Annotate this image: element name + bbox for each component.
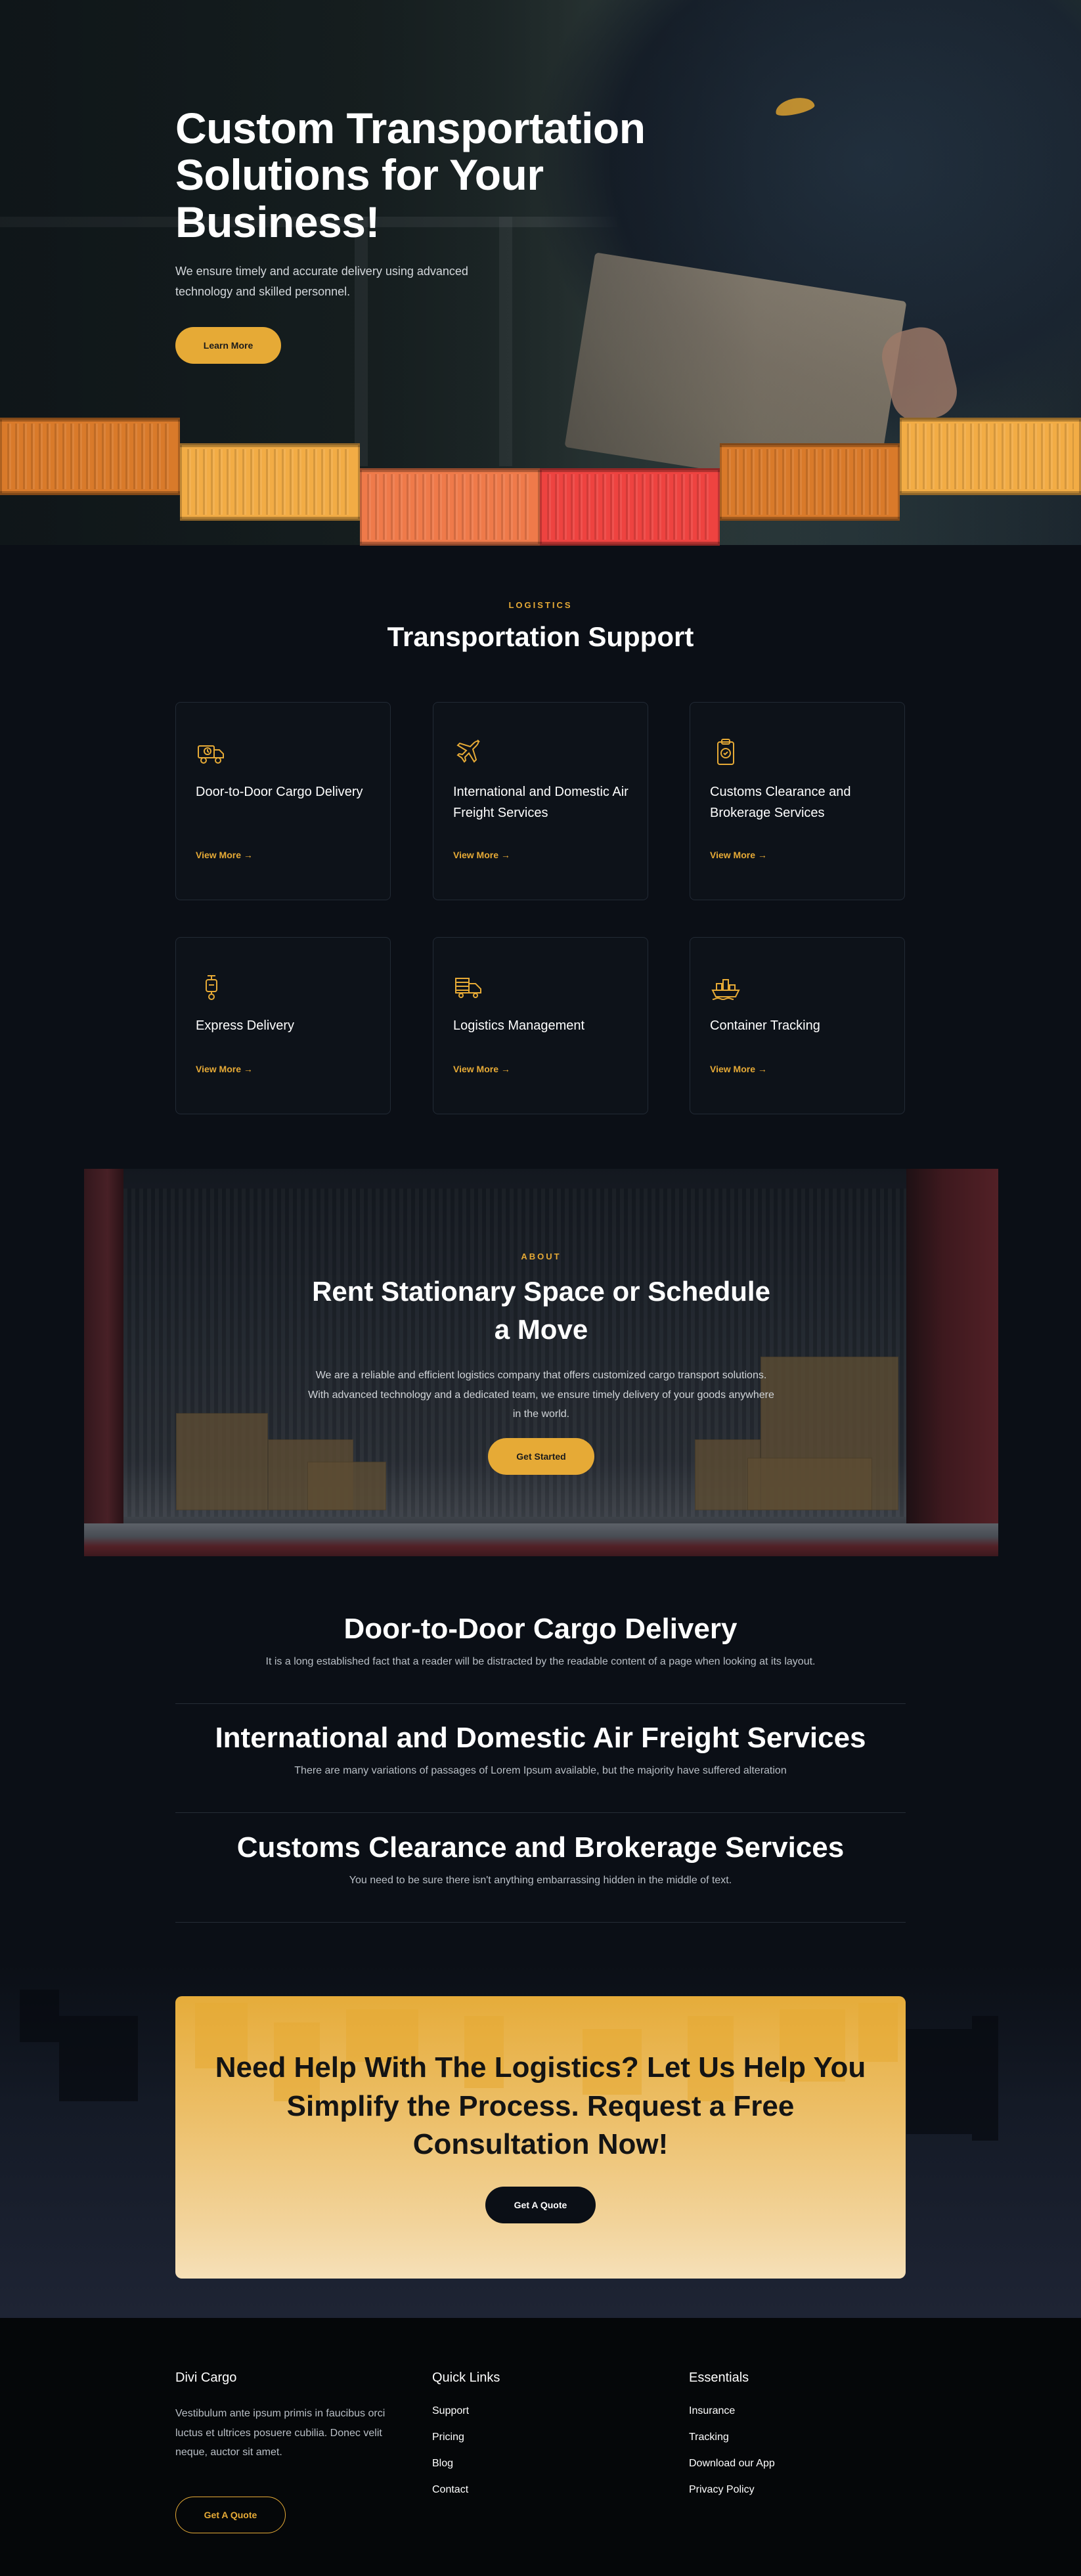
essentials-title: Essentials [689, 2370, 749, 2385]
logistics-title: Transportation Support [387, 621, 694, 652]
view-more-link[interactable]: View More → [453, 850, 510, 860]
delivery-truck-icon [196, 737, 227, 768]
about-section: ABOUT Rent Stationary Space or Schedule … [84, 1169, 998, 1556]
cta-banner: Need Help With The Logistics? Let Us Hel… [175, 1996, 906, 2279]
scooter-icon [196, 971, 227, 1002]
view-more-link[interactable]: View More → [196, 850, 253, 860]
service-card-title: Logistics Management [453, 1018, 585, 1033]
service-card[interactable]: Express Delivery View More → [175, 937, 391, 1114]
service-card[interactable]: Door-to-Door Cargo Delivery View More → [175, 702, 391, 900]
about-eyebrow: ABOUT [521, 1252, 562, 1261]
feature-text: You need to be sure there isn't anything… [349, 1875, 732, 1886]
shipping-container [360, 468, 540, 546]
cargo-ship-icon [710, 971, 741, 1002]
footer-brand-column: Divi Cargo Vestibulum ante ipsum primis … [175, 2370, 412, 2541]
hero-subtitle: We ensure timely and accurate delivery u… [175, 264, 468, 299]
service-card[interactable]: International and Domestic Air Freight S… [433, 702, 648, 900]
logistics-eyebrow: LOGISTICS [508, 600, 573, 610]
service-card[interactable]: Container Tracking View More → [690, 937, 905, 1114]
feature-title: Door-to-Door Cargo Delivery [343, 1613, 738, 1645]
about-text: We are a reliable and efficient logistic… [308, 1370, 774, 1420]
learn-more-button[interactable]: Learn More [175, 327, 281, 364]
shipping-container [0, 418, 180, 495]
footer-about-text: Vestibulum ante ipsum primis in faucibus… [175, 2408, 386, 2458]
hero-content: Custom Transportation Solutions for Your… [175, 104, 648, 303]
feature-item: International and Domestic Air Freight S… [175, 1722, 906, 1777]
service-card-title: International and Domestic Air Freight S… [453, 785, 629, 820]
about-overlay [84, 1169, 998, 1556]
warehouse-truck-icon [453, 971, 485, 1002]
shipping-container [540, 468, 720, 546]
view-more-link[interactable]: View More → [710, 850, 767, 860]
footer-link-tracking[interactable]: Tracking [689, 2430, 775, 2444]
footer-essentials: Essentials Insurance Tracking Download o… [689, 2370, 775, 2509]
footer-link-blog[interactable]: Blog [432, 2456, 500, 2470]
service-card-title: Express Delivery [196, 1018, 295, 1033]
view-more-link[interactable]: View More → [196, 1064, 253, 1074]
footer: Divi Cargo Vestibulum ante ipsum primis … [0, 2318, 1081, 2576]
feature-text: It is a long established fact that a rea… [265, 1656, 816, 1667]
divider [175, 1812, 906, 1813]
cta-title: Need Help With The Logistics? Let Us Hel… [215, 2051, 866, 2161]
clipboard-check-icon [710, 737, 741, 768]
service-card-title: Door-to-Door Cargo Delivery [196, 785, 363, 799]
shipping-container [720, 443, 900, 521]
service-card[interactable]: Logistics Management View More → [433, 937, 648, 1114]
feature-item: Customs Clearance and Brokerage Services… [175, 1831, 906, 1887]
feature-title: International and Domestic Air Freight S… [215, 1722, 866, 1754]
view-more-link[interactable]: View More → [453, 1064, 510, 1074]
about-title: Rent Stationary Space or Schedule a Move [312, 1276, 770, 1345]
footer-quick-links: Quick Links Support Pricing Blog Contact [432, 2370, 500, 2509]
get-started-button[interactable]: Get Started [488, 1438, 594, 1475]
footer-link-contact[interactable]: Contact [432, 2483, 500, 2497]
divider [175, 1922, 906, 1923]
footer-link-download-app[interactable]: Download our App [689, 2456, 775, 2470]
footer-link-pricing[interactable]: Pricing [432, 2430, 500, 2444]
get-a-quote-button[interactable]: Get A Quote [485, 2187, 596, 2223]
footer-get-a-quote-button[interactable]: Get A Quote [175, 2497, 286, 2533]
footer-link-support[interactable]: Support [432, 2404, 500, 2418]
footer-brand: Divi Cargo [175, 2370, 237, 2385]
quick-links-title: Quick Links [432, 2370, 500, 2385]
shipping-container [180, 443, 360, 521]
view-more-link[interactable]: View More → [710, 1064, 767, 1074]
feature-title: Customs Clearance and Brokerage Services [236, 1831, 845, 1864]
service-card-title: Customs Clearance and Brokerage Services [710, 785, 851, 820]
footer-link-privacy-policy[interactable]: Privacy Policy [689, 2483, 775, 2497]
divider [175, 1703, 906, 1704]
shipping-container [900, 418, 1081, 495]
service-card-title: Container Tracking [710, 1018, 820, 1033]
footer-link-insurance[interactable]: Insurance [689, 2404, 775, 2418]
feature-text: There are many variations of passages of… [294, 1765, 787, 1776]
airplane-icon [453, 737, 485, 768]
service-card[interactable]: Customs Clearance and Brokerage Services… [690, 702, 905, 900]
hero-title: Custom Transportation Solutions for Your… [175, 104, 646, 246]
feature-item: Door-to-Door Cargo Delivery It is a long… [175, 1613, 906, 1668]
